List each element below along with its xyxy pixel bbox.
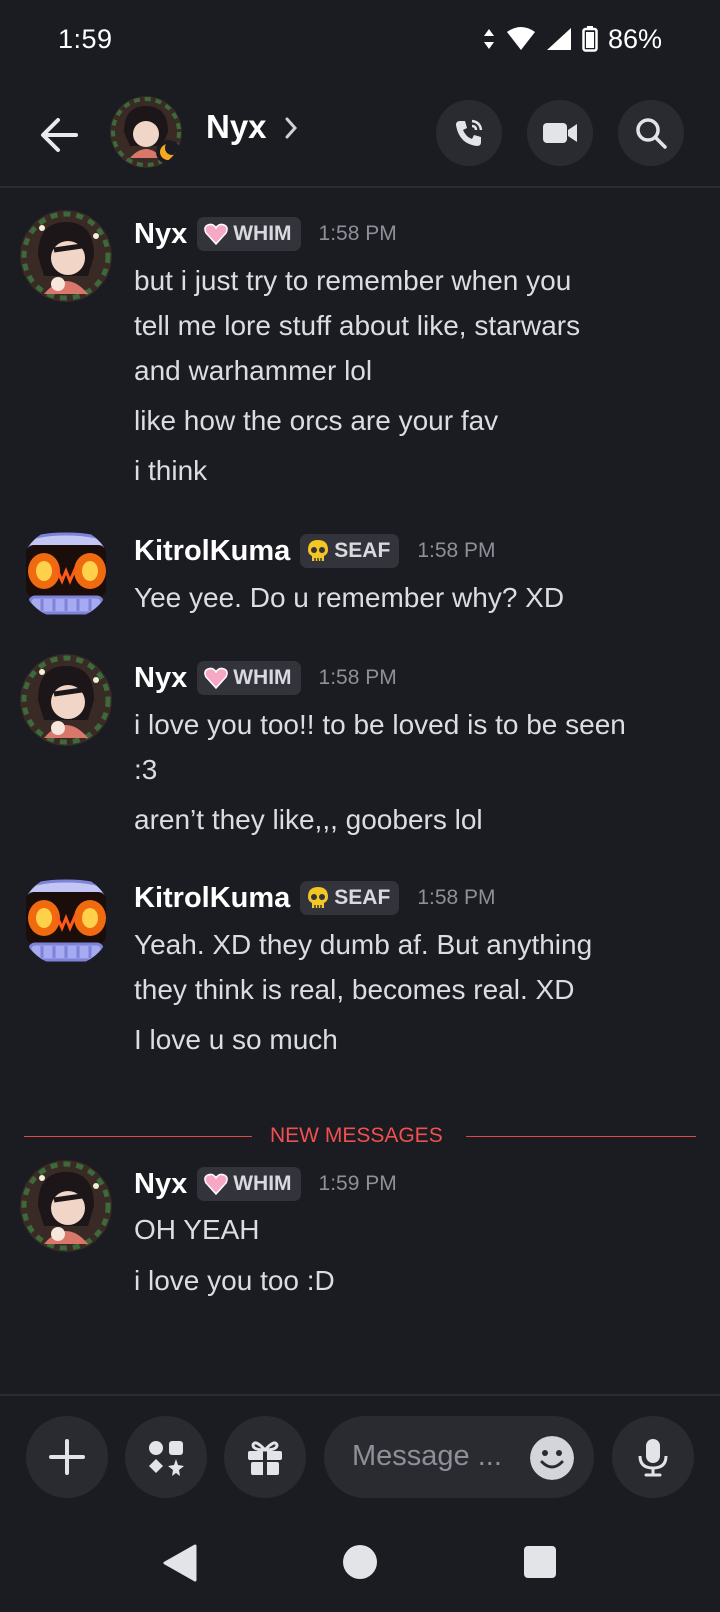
timestamp: 1:59 PM [318,1172,397,1195]
message-text[interactable]: but i just try to remember when you [134,258,694,303]
battery-icon [582,26,598,52]
message-text[interactable]: i love you too!! to be loved is to be se… [134,702,694,747]
username[interactable]: Nyx [134,218,187,251]
role-tag-label: WHIM [233,666,292,689]
message-header: Nyx WHIM 1:58 PM [134,214,397,254]
message-text[interactable]: Yeah. XD they dumb af. But anything [134,922,694,967]
chevron-right-icon[interactable] [284,116,298,140]
gift-icon [248,1441,282,1476]
pink-heart-icon [204,223,229,245]
role-tag-label: SEAF [334,886,391,909]
status-bar: 1:59 86% [0,0,720,78]
message-text[interactable]: and warhammer lol [134,348,694,393]
username[interactable]: KitrolKuma [134,882,290,915]
search-icon [636,118,667,149]
username[interactable]: KitrolKuma [134,535,290,568]
apps-icon [149,1441,184,1476]
skull-icon [308,887,329,908]
message-text[interactable]: tell me lore stuff about like, starwars [134,303,694,348]
role-tag[interactable]: WHIM [197,661,301,695]
role-tag-label: SEAF [334,539,391,562]
battery-percent: 86% [607,23,662,54]
data-arrows-icon [483,29,494,49]
message-input[interactable]: Message ... [324,1416,594,1498]
plus-icon [49,1439,85,1475]
role-tag[interactable]: SEAF [300,534,400,568]
back-arrow-icon[interactable] [36,112,82,158]
message-text[interactable]: they think is real, becomes real. XD [134,967,694,1012]
user-avatar[interactable] [20,527,112,619]
role-tag[interactable]: WHIM [197,217,301,251]
role-tag[interactable]: WHIM [197,1167,301,1201]
pink-heart-icon [204,1173,229,1195]
nav-back-icon[interactable] [162,1544,198,1582]
message-text[interactable]: I love u so much [134,1017,694,1062]
search-button[interactable] [618,100,684,166]
emoji-icon[interactable] [530,1436,574,1480]
channel-header: Nyx [0,86,720,188]
user-avatar[interactable] [20,654,112,746]
message-text[interactable]: i love you too :D [134,1258,694,1303]
timestamp: 1:58 PM [318,222,397,245]
status-icons: 86% [482,24,662,55]
voice-call-button[interactable] [436,100,502,166]
wifi-icon [506,27,535,50]
message-text[interactable]: Yee yee. Do u remember why? XD [134,575,694,620]
username[interactable]: Nyx [134,1168,187,1201]
message-header: Nyx WHIM 1:58 PM [134,658,397,698]
user-avatar[interactable] [20,874,112,966]
role-tag-label: WHIM [233,1172,292,1195]
nav-recents-icon[interactable] [523,1545,557,1579]
message-text[interactable]: like how the orcs are your fav [134,398,694,443]
pink-heart-icon [204,667,229,689]
message-header: KitrolKuma SEAF 1:58 PM [134,531,496,571]
video-camera-icon [543,123,577,143]
gift-button[interactable] [224,1416,306,1498]
timestamp: 1:58 PM [318,666,397,689]
message-text[interactable]: i think [134,448,694,493]
message-header: Nyx WHIM 1:59 PM [134,1164,397,1204]
signal-icon [546,28,571,50]
video-call-button[interactable] [527,100,593,166]
message-composer: Message ... [0,1394,720,1506]
message-text[interactable]: aren’t they like,,, goobers lol [134,797,694,842]
timestamp: 1:58 PM [417,539,496,562]
skull-icon [308,540,329,561]
system-nav-bar [0,1520,720,1612]
status-time: 1:59 [58,23,113,54]
add-attachment-button[interactable] [26,1416,108,1498]
new-messages-label: NEW MESSAGES [270,1124,443,1147]
username[interactable]: Nyx [134,662,187,695]
phone-call-icon [456,119,483,146]
user-avatar[interactable] [20,210,112,302]
message-text[interactable]: :3 [134,747,694,792]
message-header: KitrolKuma SEAF 1:58 PM [134,878,496,918]
header-avatar[interactable] [110,96,182,168]
nav-home-icon[interactable] [342,1544,378,1580]
apps-button[interactable] [125,1416,207,1498]
voice-message-button[interactable] [612,1416,694,1498]
message-text[interactable]: OH YEAH [134,1207,694,1252]
message-placeholder: Message ... [352,1440,502,1472]
new-messages-divider: NEW MESSAGES [24,1124,696,1148]
role-tag-label: WHIM [233,222,292,245]
channel-title[interactable]: Nyx [206,108,267,146]
timestamp: 1:58 PM [417,886,496,909]
user-avatar[interactable] [20,1160,112,1252]
role-tag[interactable]: SEAF [300,881,400,915]
microphone-icon [638,1439,668,1477]
